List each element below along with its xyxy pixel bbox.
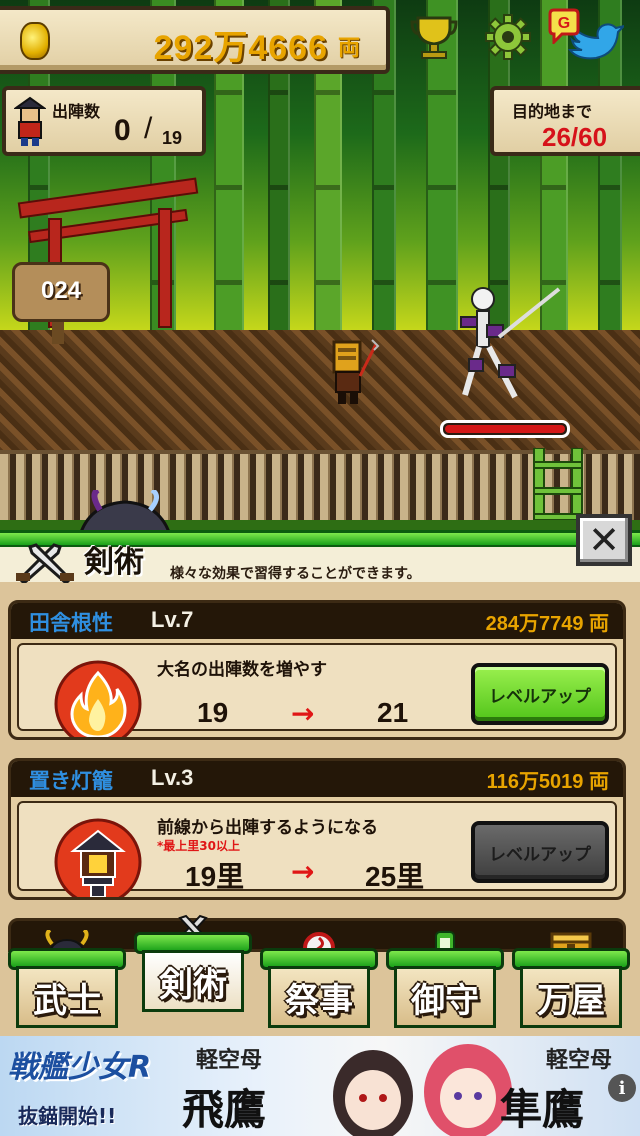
gear-icon[interactable] bbox=[485, 14, 531, 60]
tab-bushi[interactable]: 武士 bbox=[8, 930, 126, 1030]
sortie-separator: / bbox=[144, 112, 153, 145]
ad-tagline: 抜錨開始!! bbox=[18, 1104, 117, 1128]
skill-card-header: 置き灯籠 Lv.3 116万5019 両 bbox=[11, 761, 623, 797]
level-up-button-disabled[interactable]: レベルアップ bbox=[471, 821, 609, 883]
skill-card-inaka-konjou: 田舎根性 Lv.7 284万7749 両 大名の出陣数を増やす 19 → 21 … bbox=[8, 600, 626, 740]
sortie-max: 19 bbox=[162, 128, 183, 148]
skill-description: 大名の出陣数を増やす bbox=[157, 660, 327, 680]
gold-unit: 両 bbox=[338, 36, 361, 61]
enemy-health-fill bbox=[445, 425, 565, 433]
skeleton-enemy bbox=[460, 287, 561, 399]
lantern-icon bbox=[54, 818, 142, 897]
destination-label: 目的地まで bbox=[512, 102, 593, 121]
level-up-button[interactable]: レベルアップ bbox=[471, 663, 609, 725]
skill-cost: 284万7749 両 bbox=[485, 613, 609, 635]
skill-requirement-note: *最上里30以上 bbox=[157, 839, 240, 853]
skill-value-from: 19里 bbox=[185, 861, 245, 892]
skill-card-header: 田舎根性 Lv.7 284万7749 両 bbox=[11, 603, 623, 639]
tab-label: 剣術 bbox=[159, 964, 227, 1005]
sortie-counter: 出陣数 0 / 19 bbox=[2, 86, 206, 156]
ad-right-subtitle: 軽空母 bbox=[546, 1048, 613, 1073]
skill-value-to: 21 bbox=[377, 697, 409, 728]
trophy-icon[interactable] bbox=[410, 14, 458, 60]
ninja-avatar-icon bbox=[14, 96, 46, 146]
player-samurai bbox=[332, 339, 380, 404]
destination-counter: 目的地まで 26/60 bbox=[490, 86, 640, 156]
skill-description: 前線から出陣するようになる bbox=[157, 818, 378, 838]
tab-yorozuya[interactable]: 万屋 bbox=[512, 932, 630, 1030]
skill-card-body: 前線から出陣するようになる *最上里30以上 19里 → 25里 レベルアップ bbox=[17, 801, 617, 897]
menu-title: 剣術 bbox=[84, 545, 144, 580]
skill-value-to: 25里 bbox=[365, 861, 425, 892]
ad-left-subtitle: 軽空母 bbox=[196, 1048, 263, 1073]
tab-kenjutsu[interactable]: 剣術 bbox=[134, 914, 252, 1014]
tab-label: 武士 bbox=[33, 980, 101, 1021]
arrow-right-icon: → bbox=[291, 855, 315, 888]
skill-card-oki-tourou: 置き灯籠 Lv.3 116万5019 両 前線から出陣するようになる *最上里3… bbox=[8, 758, 626, 900]
tab-label: 御守 bbox=[411, 980, 479, 1021]
gold-display: 292万4666 両 bbox=[0, 6, 390, 74]
skill-level: Lv.7 bbox=[151, 607, 194, 632]
stage-number: 024 bbox=[40, 277, 82, 304]
close-icon: ✕ bbox=[588, 518, 620, 562]
tab-label: 万屋 bbox=[537, 980, 605, 1021]
lord-helmet-sprite bbox=[78, 490, 172, 535]
sortie-current: 0 bbox=[114, 114, 131, 147]
ad-banner[interactable]: 戦艦少女R 抜錨開始!! 軽空母 飛鷹 軽空母 隼鷹 i bbox=[0, 1036, 640, 1136]
ad-left-name: 飛鷹 bbox=[182, 1085, 267, 1134]
ad-logo: 戦艦少女R bbox=[8, 1050, 152, 1085]
gold-amount: 292万4666 bbox=[153, 29, 328, 67]
stage-signpost: 024 bbox=[12, 262, 110, 322]
info-icon[interactable]: i bbox=[608, 1074, 636, 1102]
menu-subtitle: 様々な効果で習得することができます。 bbox=[170, 566, 421, 582]
game-screen: 024 292万4666 両 G 出陣数 0 / 19 目的地まで 26/60 … bbox=[0, 0, 640, 1136]
skill-name: 置き灯籠 bbox=[29, 769, 113, 793]
coin-icon bbox=[20, 22, 50, 60]
crossed-swords-icon bbox=[16, 543, 74, 583]
skill-level: Lv.3 bbox=[151, 765, 194, 790]
skill-card-body: 大名の出陣数を増やす 19 → 21 レベルアップ bbox=[17, 643, 617, 737]
skill-cost: 116万5019 両 bbox=[486, 771, 609, 793]
ad-characters-illustration bbox=[333, 1044, 512, 1136]
skill-name: 田舎根性 bbox=[29, 611, 113, 635]
skill-value-from: 19 bbox=[197, 697, 229, 728]
fire-icon bbox=[54, 660, 142, 737]
enemy-health-bar bbox=[440, 420, 570, 438]
gree-icon[interactable]: G bbox=[546, 8, 582, 44]
svg-text:G: G bbox=[558, 15, 570, 32]
tab-saiji[interactable]: 祭事 bbox=[260, 932, 378, 1030]
arrow-right-icon: → bbox=[291, 697, 315, 730]
menu-header: 剣術 様々な効果で習得することができます。 bbox=[0, 530, 640, 583]
sortie-label: 出陣数 bbox=[52, 102, 101, 121]
ad-right-name: 隼鷹 bbox=[500, 1085, 585, 1134]
tab-omamori[interactable]: 御守 bbox=[386, 931, 504, 1030]
battle-scene: 024 bbox=[0, 0, 640, 535]
close-button[interactable]: ✕ bbox=[576, 514, 632, 566]
tab-label: 祭事 bbox=[285, 980, 353, 1021]
bottom-nav: 武士 剣術 祭事 御守 万屋 bbox=[0, 914, 640, 1036]
destination-value: 26/60 bbox=[542, 122, 608, 152]
